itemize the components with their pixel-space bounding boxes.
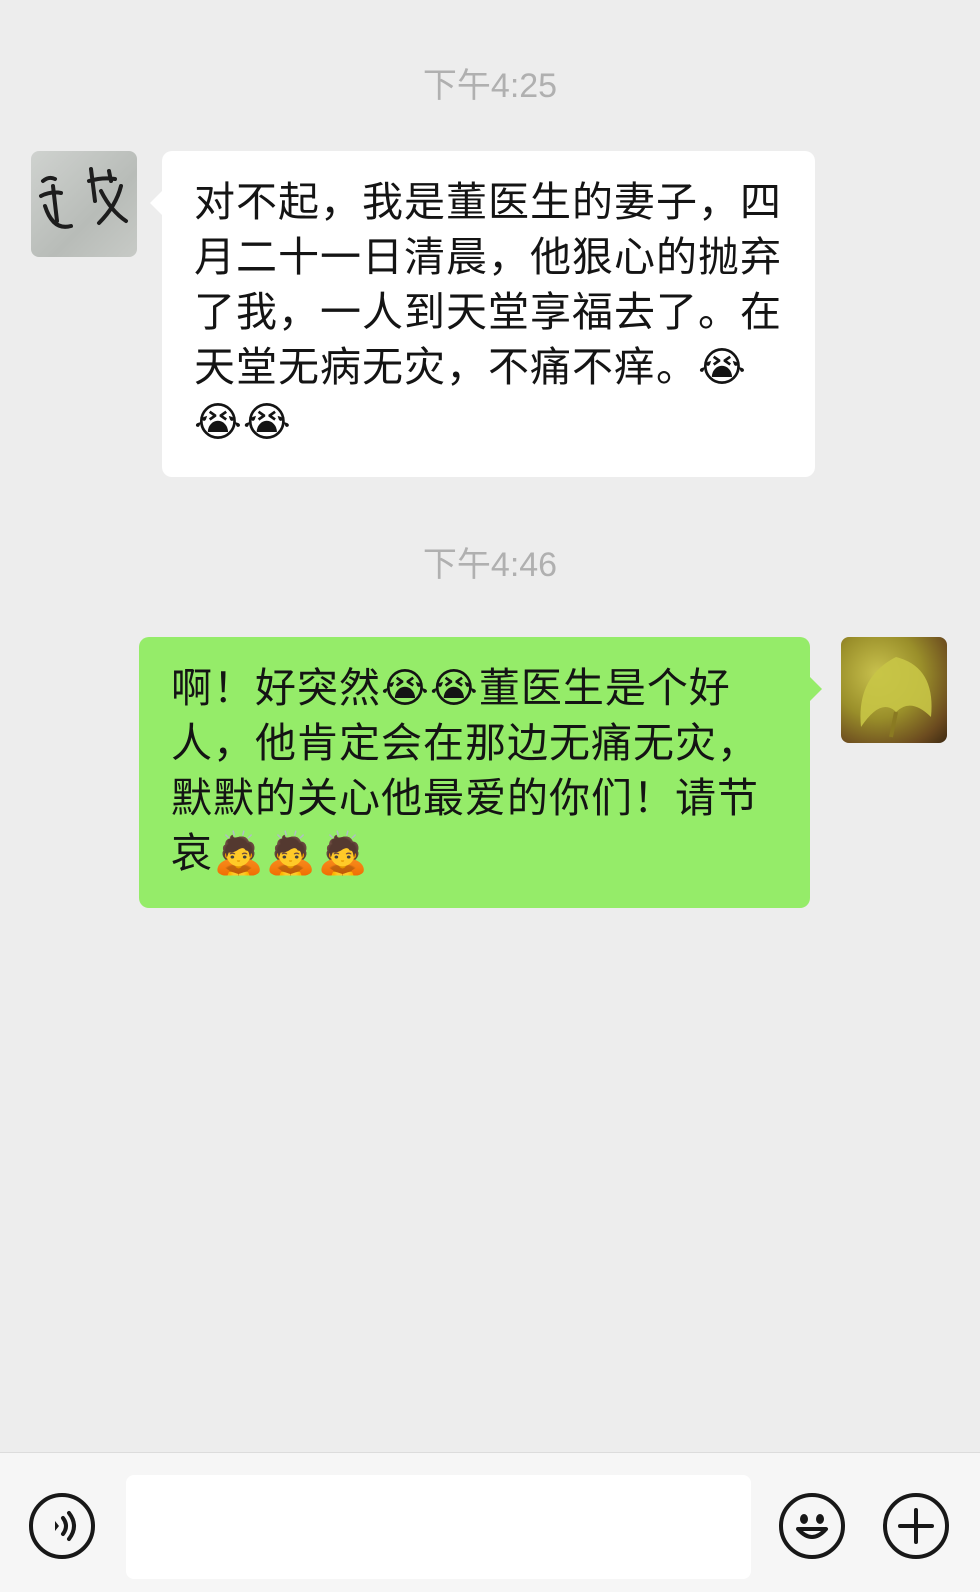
voice-button[interactable] — [29, 1493, 95, 1559]
incoming-message-text: 对不起，我是董医生的妻子，四月二十一日清晨，他狠心的抛弃了我，一人到天堂享福去了… — [194, 178, 782, 446]
incoming-message-bubble[interactable]: 对不起，我是董医生的妻子，四月二十一日清晨，他狠心的抛弃了我，一人到天堂享福去了… — [150, 151, 815, 477]
contact-avatar[interactable] — [31, 151, 137, 257]
outgoing-message-bubble[interactable]: 啊！好突然😭😭董医生是个好人，他肯定会在那边无痛无灾，默默的关心他最爱的你们！请… — [139, 637, 822, 908]
input-bar — [0, 1452, 980, 1592]
emoji-icon — [796, 1514, 828, 1539]
my-avatar[interactable] — [841, 637, 947, 743]
timestamp-2: 下午4:46 — [422, 546, 558, 584]
message-input[interactable] — [126, 1475, 751, 1579]
timestamp-1: 下午4:25 — [422, 67, 558, 105]
outgoing-message-text: 啊！好突然😭😭董医生是个好人，他肯定会在那边无痛无灾，默默的关心他最爱的你们！请… — [171, 664, 759, 877]
calligraphy-avatar-icon — [39, 167, 128, 229]
plus-icon — [898, 1508, 934, 1544]
ginkgo-leaf-avatar-icon — [860, 657, 932, 738]
voice-icon — [55, 1511, 76, 1541]
emoji-button[interactable] — [779, 1493, 845, 1559]
more-button[interactable] — [883, 1493, 949, 1559]
